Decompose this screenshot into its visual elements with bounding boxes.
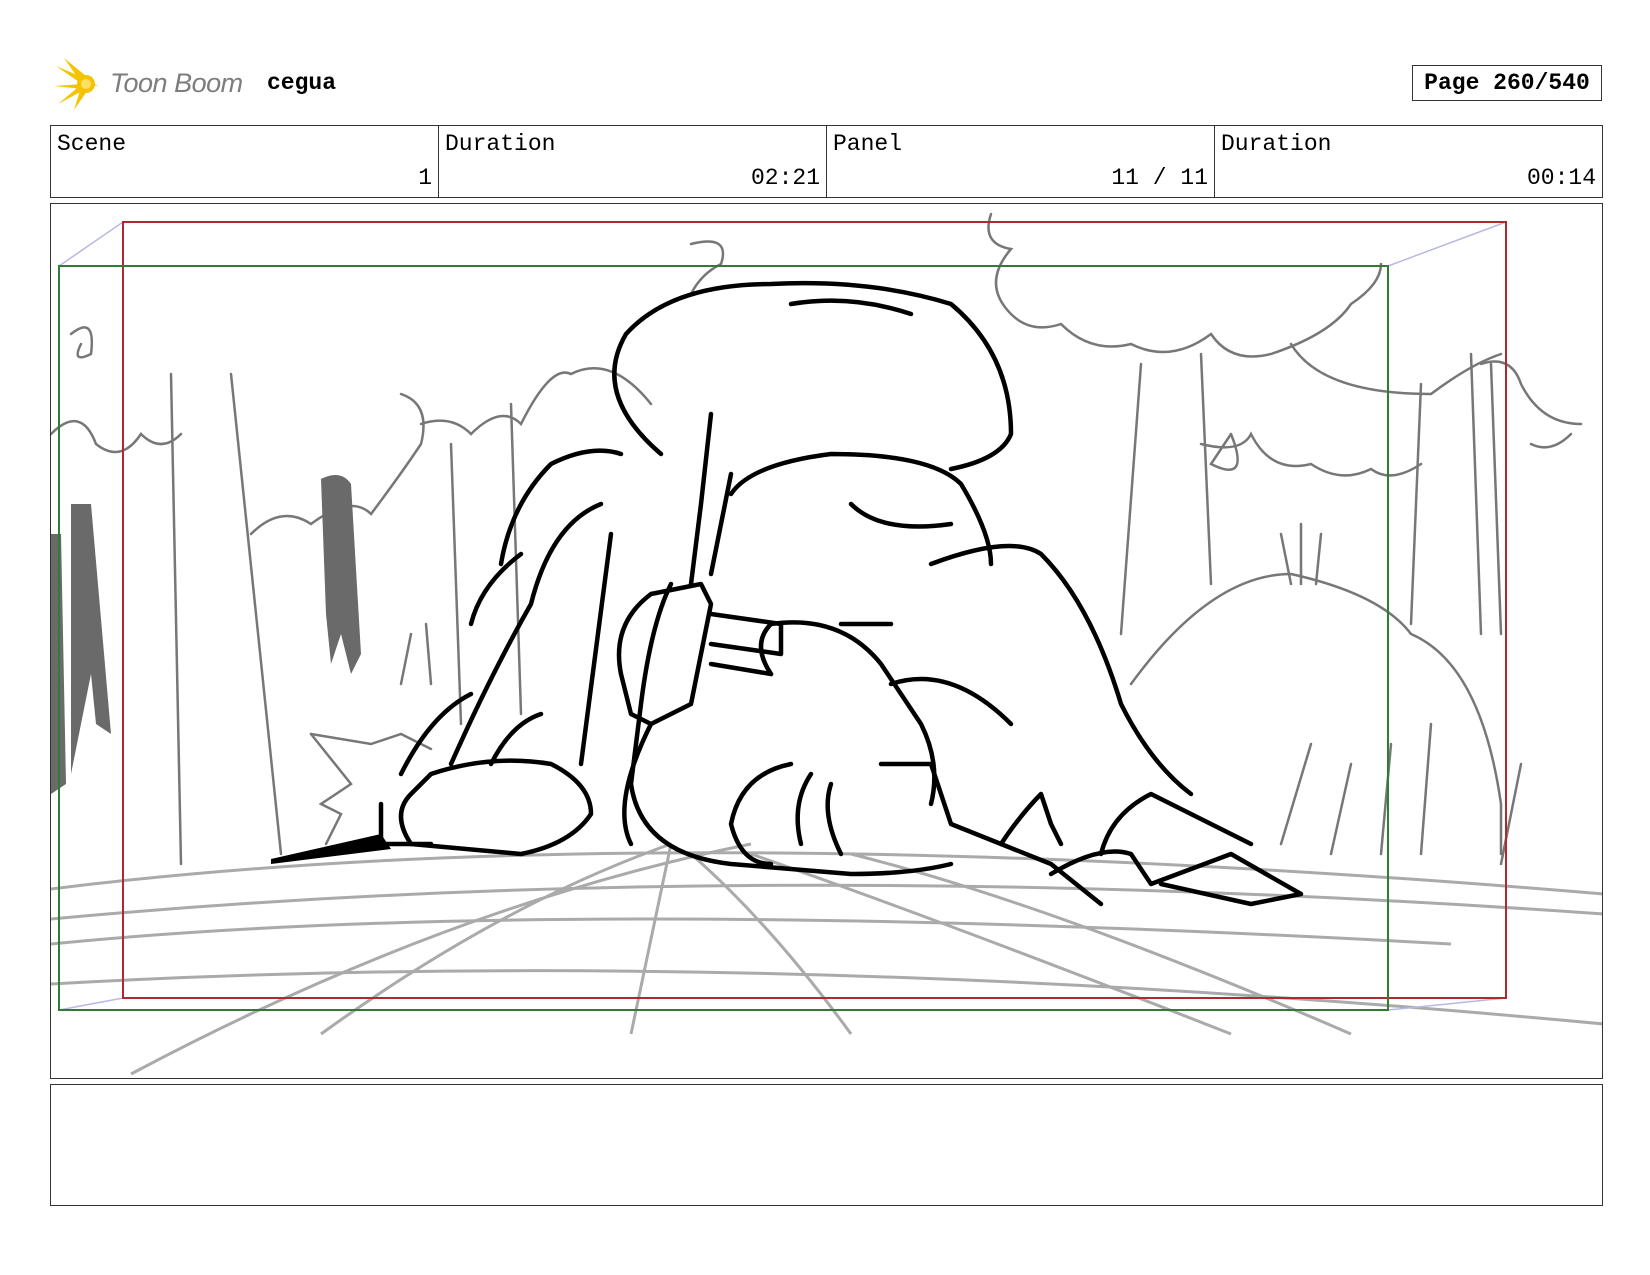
panel-value: 11 / 11 <box>1111 165 1208 191</box>
panel-label: Panel <box>833 131 903 157</box>
shadow-stroke <box>271 834 391 864</box>
scene-label: Scene <box>57 131 127 157</box>
ground-lines <box>51 842 1602 1076</box>
perspective-lines <box>58 221 1507 1011</box>
background-trees <box>51 212 1583 866</box>
panel-sketch <box>51 212 1602 1076</box>
scene-duration-label: Duration <box>445 131 556 157</box>
scene-duration-cell: Duration 02:21 <box>439 126 827 197</box>
panel-cell: Panel 11 / 11 <box>827 126 1215 197</box>
character-sketch <box>378 280 1304 907</box>
starburst-icon <box>54 58 98 110</box>
scene-cell: Scene 1 <box>51 126 439 197</box>
project-name: cegua <box>267 70 337 96</box>
panel-duration-label: Duration <box>1221 131 1332 157</box>
scene-duration-value: 02:21 <box>750 165 820 191</box>
panel-info-row: Scene 1 Duration 02:21 Panel 11 / 11 Dur… <box>50 125 1603 198</box>
scene-value: 1 <box>418 165 432 191</box>
panel-duration-cell: Duration 00:14 <box>1215 126 1602 197</box>
page-indicator: Page 260/540 <box>1412 65 1602 101</box>
storyboard-panel <box>50 203 1603 1079</box>
toon-boom-logo: Toon Boom <box>54 56 254 116</box>
logo-text: Toon Boom <box>110 68 243 98</box>
panel-notes[interactable] <box>50 1084 1603 1206</box>
panel-duration-value: 00:14 <box>1526 165 1596 191</box>
